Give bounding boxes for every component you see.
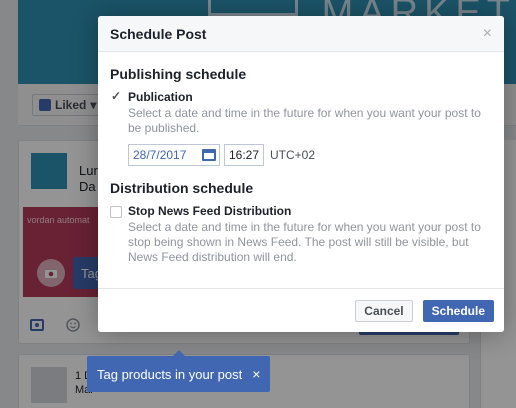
close-icon[interactable]: × [483,25,492,42]
distribution-content: Stop News Feed Distribution Select a dat… [128,204,492,265]
tag-products-tooltip: Tag products in your post × [87,350,271,392]
publication-content: Publication Select a date and time in th… [128,90,492,166]
publication-label: Publication [128,90,193,104]
publication-option: ✓ Publication Select a date and time in … [110,89,492,166]
cancel-button[interactable]: Cancel [355,299,413,322]
calendar-icon[interactable] [202,149,216,161]
schedule-button[interactable]: Schedule [422,299,494,322]
publication-description: Select a date and time in the future for… [128,106,481,135]
dialog-header: Schedule Post × [98,16,504,52]
dialog-body: Publishing schedule ✓ Publication Select… [98,52,504,265]
date-time-row: 28/7/2017 16:27 UTC+02 [128,144,492,166]
distribution-schedule-heading: Distribution schedule [110,180,254,196]
date-value: 28/7/2017 [133,148,187,162]
stop-distribution-label: Stop News Feed Distribution [128,204,292,218]
publishing-schedule-heading: Publishing schedule [110,66,247,82]
timezone-label: UTC+02 [270,148,316,162]
schedule-post-dialog: Schedule Post × Publishing schedule ✓ Pu… [98,16,504,332]
dialog-footer: Cancel Schedule [98,288,504,332]
publication-checkbox[interactable]: ✓ [110,89,122,104]
checkmark-icon: ✓ [111,89,122,103]
time-input[interactable]: 16:27 [224,144,264,166]
distribution-option: Stop News Feed Distribution Select a dat… [110,204,492,265]
tooltip-close-icon[interactable]: × [252,366,260,382]
dialog-title: Schedule Post [110,25,207,42]
date-input[interactable]: 28/7/2017 [128,144,220,166]
tooltip-text: Tag products in your post [97,366,243,382]
stop-distribution-checkbox[interactable] [110,206,122,218]
stop-distribution-description: Select a date and time in the future for… [128,220,481,264]
